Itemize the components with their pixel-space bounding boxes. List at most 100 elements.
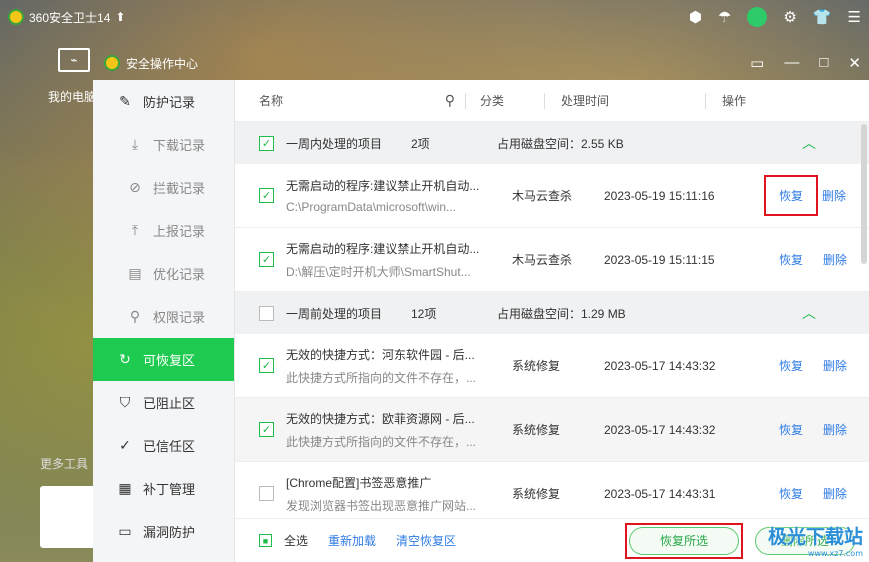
restore-link[interactable]: 恢复	[779, 485, 803, 502]
sidebar: ✎ 防护记录 ⤓ 下载记录 ⊘ 拦截记录 ⤒ 上报记录 ▤ 优化记录 ⚲ 权限记…	[93, 80, 235, 562]
sidebar-item-block-records[interactable]: ⊘ 拦截记录	[93, 166, 234, 209]
menu-icon[interactable]: ☰	[848, 8, 861, 26]
collapse-chevron-icon[interactable]: ︿	[802, 303, 816, 323]
watermark-url: www.xz7.com	[807, 549, 863, 558]
upload-icon: ⤒	[131, 222, 139, 238]
clear-restore-zone-link[interactable]: 清空恢复区	[396, 532, 456, 549]
reload-link[interactable]: 重新加载	[328, 532, 376, 549]
restore-link[interactable]: 恢复	[779, 251, 803, 268]
table-row[interactable]: ✓ 无需启动的程序:建议禁止开机自动... D:\解压\定时开机大师\Smart…	[235, 228, 869, 292]
records-table: 名称 ⚲ 分类 处理时间 操作 ✓ 一周内处理的项目 2项 占用磁盘空间：2.5…	[235, 80, 869, 562]
search-icon[interactable]: ⚲	[445, 92, 455, 109]
skin-shirt-icon[interactable]: 👕	[813, 8, 832, 26]
table-row[interactable]: ✓ 无需启动的程序:建议禁止开机自动... C:\ProgramData\mic…	[235, 164, 869, 228]
my-computer-label[interactable]: 我的电脑	[48, 88, 96, 105]
avatar[interactable]	[747, 7, 768, 27]
row-checkbox[interactable]: ✓	[259, 358, 274, 373]
sidebar-item-download-records[interactable]: ⤓ 下载记录	[93, 123, 234, 166]
group-disk-usage: 占用磁盘空间：1.29 MB	[497, 306, 626, 321]
item-name: [Chrome配置]书签恶意推广	[286, 475, 432, 490]
feedback-icon[interactable]: ▭	[750, 54, 764, 72]
select-all-label[interactable]: 全选	[284, 532, 308, 549]
collapse-chevron-icon[interactable]: ︿	[802, 133, 816, 153]
sidebar-item-label: 拦截记录	[153, 181, 206, 196]
upgrade-arrow-icon[interactable]: ⬆	[115, 10, 125, 24]
sidebar-item-trusted-zone[interactable]: ✓ 已信任区	[93, 424, 234, 467]
item-type: 木马云查杀	[512, 253, 573, 267]
block-icon: ⊘	[129, 179, 141, 195]
item-path: 此快捷方式所指向的文件不存在，...	[286, 434, 477, 449]
window-title-bar: 安全操作中心 ▭ — □ ✕	[60, 46, 869, 80]
sidebar-item-permission-records[interactable]: ⚲ 权限记录	[93, 295, 234, 338]
watermark: 极光下载站 www.xz7.com	[768, 522, 863, 558]
item-name: 无效的快捷方式：河东软件园 - 后...	[286, 347, 475, 362]
delete-link[interactable]: 删除	[823, 357, 847, 374]
table-row[interactable]: [Chrome配置]书签恶意推广 发现浏览器书签出现恶意推广网站... 系统修复…	[235, 462, 869, 526]
sidebar-item-optimize-records[interactable]: ▤ 优化记录	[93, 252, 234, 295]
edit-icon: ✎	[119, 93, 131, 109]
sidebar-item-label: 已信任区	[143, 439, 196, 454]
delete-link[interactable]: 删除	[823, 485, 847, 502]
group-checkbox[interactable]: ✓	[259, 135, 274, 151]
row-checkbox[interactable]	[259, 486, 274, 501]
close-icon[interactable]: ✕	[848, 54, 861, 72]
sidebar-item-label: 已阻止区	[143, 396, 196, 411]
monitor-icon: ▭	[118, 523, 132, 539]
row-checkbox[interactable]: ✓	[259, 422, 274, 437]
sidebar-item-patch-management[interactable]: ▦ 补丁管理	[93, 467, 234, 510]
delete-link[interactable]: 删除	[822, 187, 846, 204]
group-title: 一周前处理的项目	[286, 306, 383, 321]
sidebar-item-vuln-protection[interactable]: ▭ 漏洞防护	[93, 510, 234, 553]
sidebar-item-label: 下载记录	[153, 138, 206, 153]
group-count: 2项	[411, 136, 430, 151]
restore-selected-button[interactable]: 恢复所选	[629, 526, 739, 555]
item-name: 无需启动的程序:建议禁止开机自动...	[286, 179, 480, 193]
maximize-icon[interactable]: □	[819, 54, 828, 72]
group-title: 一周内处理的项目	[286, 136, 383, 151]
watermark-text: 极光下载站	[767, 526, 863, 548]
table-header: 名称 ⚲ 分类 处理时间 操作	[235, 80, 869, 122]
restore-link[interactable]: 恢复	[779, 357, 803, 374]
sidebar-item-protection-records[interactable]: ✎ 防护记录	[93, 80, 234, 123]
table-row[interactable]: ✓ 无效的快捷方式：河东软件园 - 后... 此快捷方式所指向的文件不存在，..…	[235, 334, 869, 398]
main-title-bar: 360安全卫士14 ⬆ ⬢ ☂ ⚙ 👕 ☰	[0, 0, 869, 34]
row-checkbox[interactable]: ✓	[259, 188, 274, 203]
sidebar-item-label: 可恢复区	[143, 353, 196, 368]
table-row[interactable]: ✓ 无效的快捷方式：欧菲资源网 - 后... 此快捷方式所指向的文件不存在，..…	[235, 398, 869, 462]
item-path: 此快捷方式所指向的文件不存在，...	[286, 370, 477, 385]
sidebar-item-label: 上报记录	[153, 224, 206, 239]
group-header-earlier[interactable]: 一周前处理的项目 12项 占用磁盘空间：1.29 MB ︿	[235, 292, 869, 334]
download-icon: ⤓	[131, 136, 139, 152]
row-checkbox[interactable]: ✓	[259, 252, 274, 267]
item-time: 2023-05-17 14:43:32	[604, 358, 716, 373]
delete-link[interactable]: 删除	[823, 421, 847, 438]
restore-link[interactable]: 恢复	[779, 421, 803, 438]
restore-link[interactable]: 恢复	[764, 175, 819, 216]
column-time: 处理时间	[561, 94, 610, 108]
item-time: 2023-05-19 15:11:15	[604, 252, 715, 267]
item-type: 木马云查杀	[512, 189, 573, 203]
grid-icon: ▦	[118, 480, 132, 496]
group-header-this-week[interactable]: ✓ 一周内处理的项目 2项 占用磁盘空间：2.55 KB ︿	[235, 122, 869, 164]
sidebar-item-restore-zone[interactable]: ↻ 可恢复区	[93, 338, 234, 381]
select-all-checkbox[interactable]: ■	[259, 534, 272, 547]
column-name: 名称	[259, 94, 284, 108]
item-name: 无效的快捷方式：欧菲资源网 - 后...	[286, 411, 475, 426]
doc-icon: ▤	[128, 265, 142, 281]
shield-badge-icon[interactable]: ⬢	[689, 8, 702, 26]
permission-icon: ⚲	[129, 308, 141, 324]
scrollbar[interactable]	[861, 124, 867, 264]
delete-link[interactable]: 删除	[823, 251, 847, 268]
sidebar-item-label: 漏洞防护	[143, 525, 196, 540]
settings-icon[interactable]: ⚙	[783, 8, 796, 26]
window-title: 安全操作中心	[126, 56, 199, 71]
group-disk-usage: 占用磁盘空间：2.55 KB	[497, 136, 624, 151]
minimize-icon[interactable]: —	[784, 54, 799, 72]
sidebar-item-blocked-zone[interactable]: ⛉ 已阻止区	[93, 381, 234, 424]
more-tools-label[interactable]: 更多工具	[40, 455, 88, 472]
item-time: 2023-05-17 14:43:31	[604, 486, 716, 501]
umbrella-icon[interactable]: ☂	[718, 8, 731, 26]
sidebar-item-report-records[interactable]: ⤒ 上报记录	[93, 209, 234, 252]
group-checkbox[interactable]	[259, 305, 274, 321]
app-brand: 360安全卫士14 ⬆	[8, 9, 125, 26]
